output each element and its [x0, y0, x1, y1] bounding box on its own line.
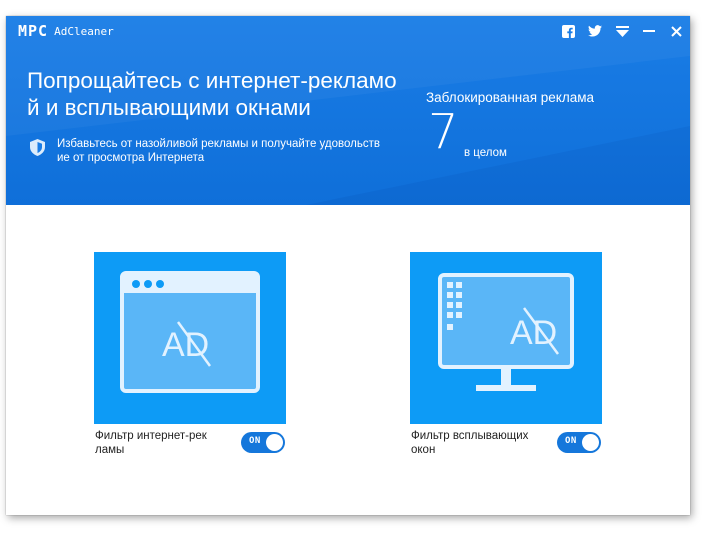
browser-ad-block-icon: AD [120, 271, 260, 393]
subtitle-line-1: Избавьтесь от назойливой рекламы и получ… [57, 138, 380, 150]
logo-mark: MPC [18, 22, 49, 40]
popup-filter-label-line-2: окон [411, 444, 436, 456]
menu-icon[interactable] [614, 23, 630, 39]
minimize-icon[interactable] [641, 23, 657, 39]
toggle-state-label: ON [249, 436, 261, 446]
app-window: MPC AdCleaner Попрощайтесь с интернет-ре… [6, 16, 690, 515]
shield-icon [30, 139, 45, 156]
browser-ad-filter-toggle[interactable]: ON [241, 432, 285, 453]
headline-line-2: й и всплывающими окнами [27, 95, 311, 120]
popup-filter-label-line-1: Фильтр всплывающих [411, 430, 529, 442]
monitor-ad-block-icon: AD [438, 273, 574, 391]
headline-line-1: Попрощайтесь с интернет-рекламо [27, 68, 397, 93]
blocked-ads-label: Заблокированная реклама [426, 90, 595, 105]
facebook-icon[interactable] [560, 23, 576, 39]
toggle-state-label: ON [565, 436, 577, 446]
twitter-icon[interactable] [587, 23, 603, 39]
toggle-knob [266, 434, 283, 451]
browser-ad-filter-label-line-2: ламы [95, 444, 125, 456]
popup-filter-toggle[interactable]: ON [557, 432, 601, 453]
blocked-ads-total-label: в целом [464, 147, 507, 159]
browser-ad-filter-label-line-1: Фильтр интернет-рек [95, 430, 207, 442]
subtitle: Избавьтесь от назойливой рекламы и получ… [57, 137, 417, 165]
headline: Попрощайтесь с интернет-рекламо й и вспл… [27, 67, 427, 121]
header-banner: MPC AdCleaner Попрощайтесь с интернет-ре… [6, 16, 690, 205]
browser-ad-filter-label: Фильтр интернет-рек ламы [95, 429, 235, 457]
subtitle-line-2: ие от просмотра Интернета [57, 152, 205, 164]
toggle-knob [582, 434, 599, 451]
close-icon[interactable] [668, 23, 684, 39]
browser-ad-filter-card[interactable]: AD [94, 252, 286, 424]
titlebar-controls [560, 23, 684, 39]
popup-filter-card[interactable]: AD [410, 252, 602, 424]
popup-filter-label: Фильтр всплывающих окон [411, 429, 551, 457]
app-name: AdCleaner [54, 24, 114, 38]
blocked-ads-count: 7 [428, 104, 459, 160]
app-logo: MPC AdCleaner [18, 22, 114, 40]
